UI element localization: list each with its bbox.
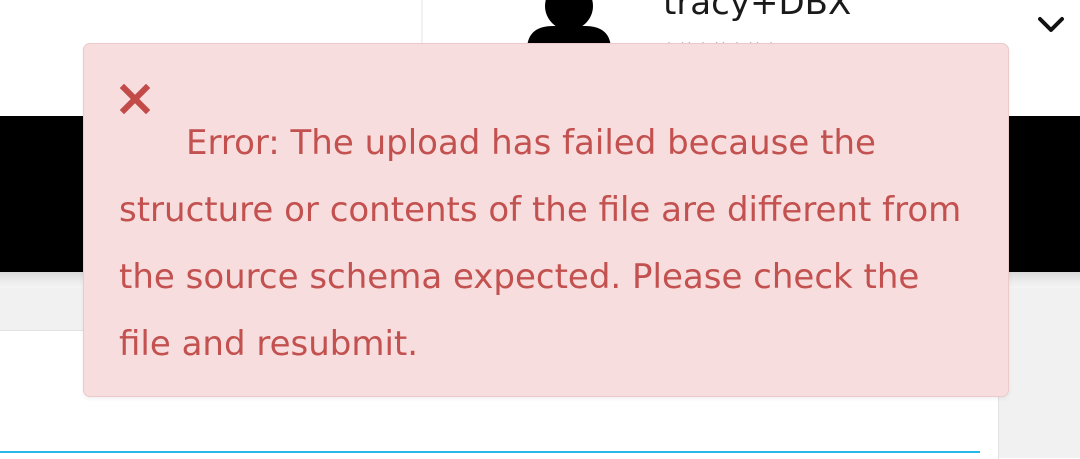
content-accent-line — [0, 451, 980, 453]
error-message: Error: The upload has failed because the… — [119, 123, 962, 364]
error-alert: Error: The upload has failed because the… — [83, 43, 1009, 397]
chevron-down-icon[interactable] — [1036, 12, 1066, 36]
user-name: tracy+DBX — [663, 0, 852, 23]
